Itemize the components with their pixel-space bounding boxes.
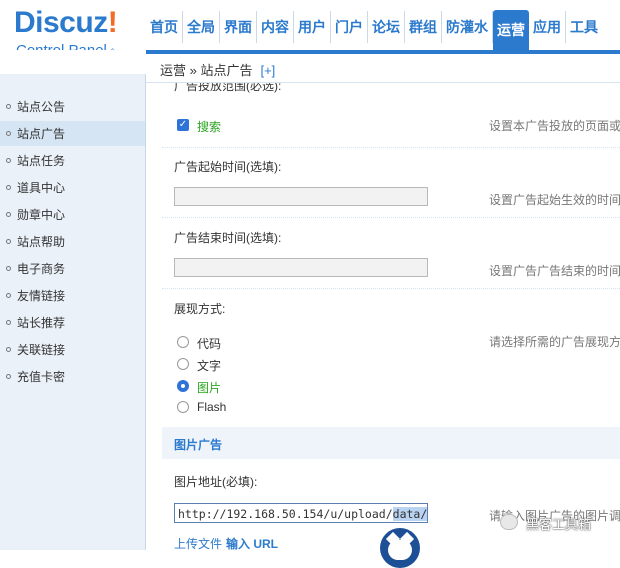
- tab-users[interactable]: 用户: [294, 11, 331, 43]
- image-url-label: 图片地址(必填):: [174, 475, 258, 489]
- divider: [162, 288, 620, 289]
- sidebar-item-links[interactable]: 友情链接: [0, 283, 145, 308]
- bullet-icon: [6, 266, 11, 271]
- scope-label: 广告投放范围(必选):: [174, 83, 282, 93]
- radio-flash[interactable]: [177, 401, 189, 413]
- image-ad-section-header: 图片广告: [162, 427, 620, 459]
- start-time-label: 广告起始时间(选填):: [174, 160, 282, 174]
- watermark-text: 黑客工具箱: [526, 517, 592, 532]
- bullet-icon: [6, 347, 11, 352]
- sidebar-item-help[interactable]: 站点帮助: [0, 229, 145, 254]
- start-time-input[interactable]: [174, 187, 428, 206]
- bullet-icon: [6, 104, 11, 109]
- divider: [162, 217, 620, 218]
- input-url-link[interactable]: 输入 URL: [226, 535, 278, 550]
- start-time-description: 设置广告起始生效的时间: [489, 193, 620, 207]
- sidebar-item-recommend[interactable]: 站长推荐: [0, 310, 145, 335]
- sidebar-item-ads[interactable]: 站点广告: [0, 121, 145, 146]
- tab-anti-spam[interactable]: 防灌水: [442, 11, 493, 43]
- radio-text-label[interactable]: 文字: [197, 357, 221, 374]
- tab-portal[interactable]: 门户: [331, 11, 368, 43]
- tab-interface[interactable]: 界面: [220, 11, 257, 43]
- wechat-icon: [500, 514, 518, 530]
- display-mode-description: 请选择所需的广告展现方: [489, 335, 620, 349]
- sidebar-item-ecommerce[interactable]: 电子商务: [0, 256, 145, 281]
- mascot-icon: [380, 528, 420, 568]
- tab-operations[interactable]: 运营: [493, 10, 529, 50]
- bullet-icon: [6, 374, 11, 379]
- tab-global[interactable]: 全局: [183, 11, 220, 43]
- image-url-input[interactable]: http://192.168.50.154/u/upload/data/att: [174, 503, 428, 523]
- main-form: 广告投放范围(必选): ✓ 搜索 设置本广告投放的页面或 广告起始时间(选填):…: [146, 83, 620, 550]
- bullet-icon: [6, 293, 11, 298]
- bullet-icon: [6, 158, 11, 163]
- tab-tools[interactable]: 工具: [566, 11, 602, 43]
- sidebar: 站点公告 站点广告 站点任务 道具中心 勋章中心 站点帮助 电子商务 友情链接 …: [0, 74, 146, 550]
- tab-apps[interactable]: 应用: [529, 11, 566, 43]
- end-time-description: 设置广告广告结束的时间: [489, 264, 620, 278]
- radio-text[interactable]: [177, 358, 189, 370]
- add-shortcut-button[interactable]: [+]: [260, 63, 275, 78]
- radio-flash-label[interactable]: Flash: [197, 400, 226, 414]
- search-checkbox[interactable]: ✓: [177, 119, 189, 131]
- tab-home[interactable]: 首页: [146, 11, 183, 43]
- watermark: 黑客工具箱: [500, 510, 620, 536]
- radio-code[interactable]: [177, 336, 189, 348]
- divider: [162, 147, 620, 148]
- logo-background: [0, 50, 146, 74]
- sidebar-item-card-codes[interactable]: 充值卡密: [0, 364, 145, 389]
- bullet-icon: [6, 131, 11, 136]
- radio-image[interactable]: [177, 380, 189, 392]
- sidebar-item-medals[interactable]: 勋章中心: [0, 202, 145, 227]
- search-checkbox-label[interactable]: 搜索: [197, 118, 221, 135]
- breadcrumb-bar: 运营 » 站点广告 [+]: [146, 54, 620, 83]
- display-mode-label: 展现方式:: [174, 302, 226, 316]
- sidebar-item-tasks[interactable]: 站点任务: [0, 148, 145, 173]
- image-ad-section-title: 图片广告: [174, 438, 223, 452]
- radio-image-label[interactable]: 图片: [197, 379, 221, 396]
- radio-code-label[interactable]: 代码: [197, 335, 221, 352]
- sidebar-item-announcements[interactable]: 站点公告: [0, 94, 145, 119]
- tab-content[interactable]: 内容: [257, 11, 294, 43]
- upload-file-link[interactable]: 上传文件: [174, 535, 222, 550]
- sidebar-item-props[interactable]: 道具中心: [0, 175, 145, 200]
- end-time-label: 广告结束时间(选填):: [174, 231, 282, 245]
- tab-groups[interactable]: 群组: [405, 11, 442, 43]
- scope-description: 设置本广告投放的页面或: [489, 119, 620, 133]
- bullet-icon: [6, 320, 11, 325]
- breadcrumb: 运营 » 站点广告 [+]: [160, 63, 276, 78]
- sidebar-item-related-links[interactable]: 关联链接: [0, 337, 145, 362]
- tab-forum[interactable]: 论坛: [368, 11, 405, 43]
- bullet-icon: [6, 212, 11, 217]
- end-time-input[interactable]: [174, 258, 428, 277]
- top-nav: 首页 全局 界面 内容 用户 门户 论坛 群组 防灌水 运营 应用 工具: [146, 0, 602, 50]
- logo-wordmark: Discuz!: [14, 6, 118, 39]
- bullet-icon: [6, 239, 11, 244]
- bullet-icon: [6, 185, 11, 190]
